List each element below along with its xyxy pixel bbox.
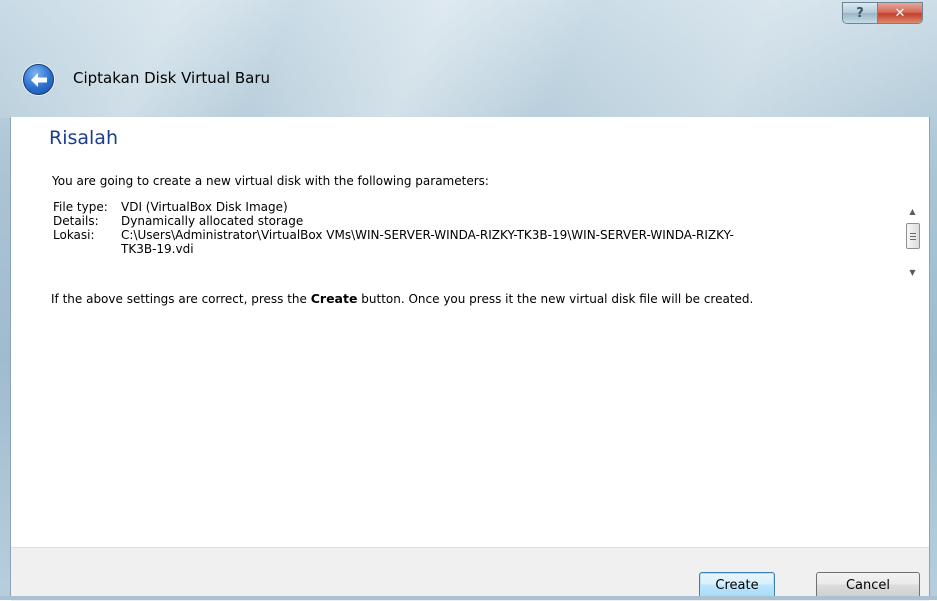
param-row: TK3B-19.vdi bbox=[53, 242, 893, 256]
param-key: Details: bbox=[53, 214, 99, 228]
param-row: Details: Dynamically allocated storage bbox=[53, 214, 893, 228]
close-icon: ✕ bbox=[894, 5, 906, 21]
close-button[interactable]: ✕ bbox=[878, 3, 922, 23]
param-key bbox=[53, 242, 121, 256]
help-icon: ? bbox=[856, 5, 864, 21]
note-after: button. Once you press it the new virtua… bbox=[357, 292, 754, 306]
param-row: File type: VDI (VirtualBox Disk Image) bbox=[53, 200, 893, 214]
scroll-down-icon[interactable]: ▼ bbox=[907, 267, 918, 278]
param-key: Lokasi: bbox=[53, 228, 95, 242]
param-value: Dynamically allocated storage bbox=[121, 214, 304, 228]
page-heading: Risalah bbox=[49, 127, 118, 149]
param-value: TK3B-19.vdi bbox=[121, 242, 194, 256]
back-arrow-icon bbox=[30, 72, 47, 87]
help-button[interactable]: ? bbox=[843, 3, 878, 23]
window-bottom-edge bbox=[0, 596, 937, 600]
parameters-text: File type: VDI (VirtualBox Disk Image) D… bbox=[53, 200, 893, 284]
confirmation-note: If the above settings are correct, press… bbox=[51, 291, 753, 306]
window-title: Ciptakan Disk Virtual Baru bbox=[73, 69, 271, 87]
scroll-thumb[interactable] bbox=[906, 223, 920, 249]
scroll-up-icon[interactable]: ▲ bbox=[907, 206, 918, 217]
param-value: C:\Users\Administrator\VirtualBox VMs\WI… bbox=[121, 228, 734, 242]
back-button[interactable] bbox=[23, 64, 54, 95]
param-value: VDI (VirtualBox Disk Image) bbox=[121, 200, 288, 214]
parameters-scrollbar[interactable]: ▲ ▼ bbox=[904, 201, 921, 283]
param-key: File type: bbox=[53, 200, 108, 214]
intro-text: You are going to create a new virtual di… bbox=[52, 174, 489, 188]
create-button[interactable]: Create bbox=[699, 572, 775, 598]
param-row: Lokasi: C:\Users\Administrator\VirtualBo… bbox=[53, 228, 893, 242]
note-bold: Create bbox=[310, 291, 358, 306]
cancel-button[interactable]: Cancel bbox=[816, 572, 920, 598]
button-bar: Create Cancel bbox=[11, 547, 929, 601]
caption-buttons: ? ✕ bbox=[842, 2, 923, 24]
wizard-page: Risalah You are going to create a new vi… bbox=[10, 117, 930, 601]
note-before: If the above settings are correct, press… bbox=[51, 292, 311, 306]
parameters-box[interactable]: File type: VDI (VirtualBox Disk Image) D… bbox=[53, 200, 921, 284]
